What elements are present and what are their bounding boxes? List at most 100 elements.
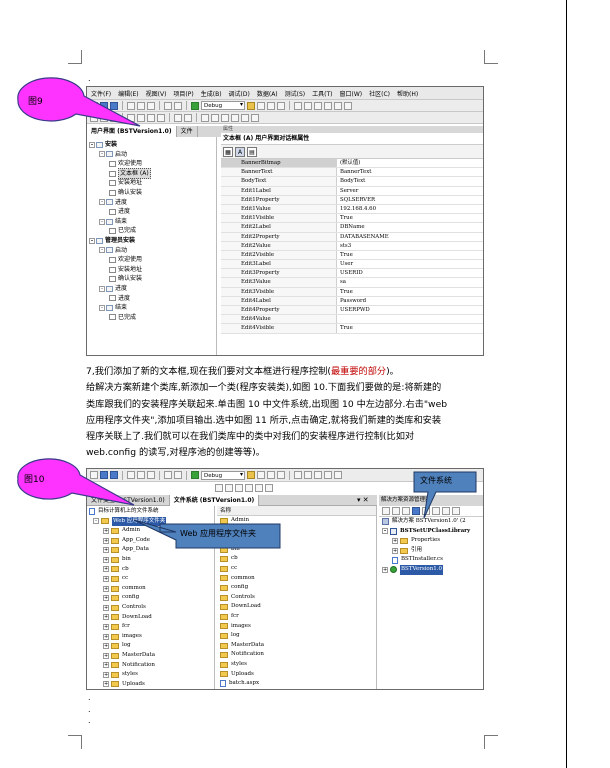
property-row[interactable]: Edit1Visible True bbox=[221, 214, 483, 224]
tab-file-system[interactable]: 文件系统 (BSTVersion1.0) bbox=[169, 495, 260, 506]
expand-toggle-icon[interactable]: + bbox=[103, 643, 109, 650]
expand-toggle-icon[interactable]: + bbox=[103, 585, 109, 592]
toolbar-icon[interactable] bbox=[294, 471, 302, 479]
expand-toggle-icon[interactable]: + bbox=[103, 566, 109, 573]
tree-node[interactable]: 进度 bbox=[89, 294, 216, 304]
tree-node[interactable]: - 进度 bbox=[89, 198, 216, 208]
configuration-select[interactable]: Debug bbox=[201, 470, 245, 480]
tree-node[interactable]: 文本框 (A) bbox=[89, 167, 216, 180]
property-value[interactable]: User bbox=[337, 260, 353, 268]
tree-node[interactable]: + DownLoad bbox=[89, 613, 214, 623]
expand-toggle-icon[interactable]: + bbox=[103, 547, 109, 554]
tree-node[interactable]: 进度 bbox=[89, 207, 216, 217]
toolbar-icon[interactable] bbox=[334, 101, 342, 110]
tree-node[interactable]: - 安装 bbox=[89, 140, 216, 150]
toolbar-icon[interactable] bbox=[257, 471, 265, 479]
menu-item[interactable]: 视图(V) bbox=[146, 89, 167, 98]
tree-node[interactable]: - 启动 bbox=[89, 150, 216, 160]
property-value[interactable]: True bbox=[337, 324, 353, 332]
collapse-toggle-icon[interactable]: - bbox=[99, 199, 105, 206]
tree-node[interactable]: - 结束 bbox=[89, 303, 216, 313]
menu-item[interactable]: 数据(A) bbox=[257, 89, 278, 98]
undo-icon[interactable] bbox=[164, 471, 172, 479]
property-row[interactable]: Edit3Label User bbox=[221, 260, 483, 270]
tree-node[interactable]: 安装地址 bbox=[89, 178, 216, 188]
collapse-toggle-icon[interactable]: - bbox=[99, 285, 105, 292]
property-row[interactable]: Edit1Property SQLSERVER bbox=[221, 195, 483, 205]
property-row[interactable]: Edit3Value sa bbox=[221, 278, 483, 288]
list-item[interactable]: Notification bbox=[217, 650, 376, 660]
property-row[interactable]: BodyText BodyText bbox=[221, 177, 483, 187]
collapse-toggle-icon[interactable]: + bbox=[382, 566, 388, 573]
expand-toggle-icon[interactable]: + bbox=[103, 595, 109, 602]
properties-object-header[interactable]: 文本框 (A) 用户界面对话框属性 bbox=[221, 133, 483, 145]
collapse-toggle-icon[interactable]: - bbox=[93, 518, 99, 525]
expand-toggle-icon[interactable]: + bbox=[103, 652, 109, 659]
property-value[interactable]: (默认值) bbox=[337, 159, 360, 167]
tab-file[interactable]: 文件 bbox=[177, 126, 198, 137]
start-debug-icon[interactable] bbox=[191, 101, 199, 110]
list-item[interactable]: cc bbox=[217, 564, 376, 574]
tree-node[interactable]: - 结束 bbox=[89, 217, 216, 227]
list-item[interactable]: DownLoad bbox=[217, 602, 376, 612]
property-value[interactable]: sts3 bbox=[337, 242, 351, 250]
list-item[interactable]: images bbox=[217, 622, 376, 632]
tree-node[interactable]: + common bbox=[89, 584, 214, 594]
list-item[interactable]: styles bbox=[217, 660, 376, 670]
property-row[interactable]: Edit4Label Password bbox=[221, 296, 483, 306]
property-value[interactable]: True bbox=[337, 251, 353, 259]
tree-node[interactable]: + cb bbox=[89, 565, 214, 575]
list-item[interactable]: fcr bbox=[217, 612, 376, 622]
tree-node[interactable]: BSTInstaller.cs bbox=[379, 555, 483, 565]
redo-icon[interactable] bbox=[174, 471, 182, 479]
property-value[interactable]: SQLSERVER bbox=[337, 196, 375, 204]
property-row[interactable]: Edit2Property DATABASENAME bbox=[221, 232, 483, 242]
tree-node[interactable]: - 启动 bbox=[89, 246, 216, 256]
toolbar-icon[interactable] bbox=[231, 113, 239, 122]
toolbar-icon[interactable] bbox=[304, 101, 312, 110]
property-value[interactable]: True bbox=[337, 214, 353, 222]
collapse-toggle-icon[interactable]: - bbox=[382, 528, 388, 535]
expand-toggle-icon[interactable]: + bbox=[103, 556, 109, 563]
property-row[interactable]: Edit4Property USERPWD bbox=[221, 306, 483, 316]
zoom-in-icon[interactable] bbox=[255, 484, 263, 492]
toolbar-icon[interactable] bbox=[324, 101, 332, 110]
property-value[interactable]: USERPWD bbox=[337, 306, 370, 314]
tree-node[interactable]: + Uploads bbox=[89, 680, 214, 689]
property-value[interactable]: BodyText bbox=[337, 177, 365, 185]
toolbar-icon[interactable] bbox=[267, 471, 275, 479]
tree-node[interactable]: 欢迎使用 bbox=[89, 255, 216, 265]
collapse-toggle-icon[interactable]: + bbox=[392, 537, 398, 544]
start-debug-icon[interactable] bbox=[191, 471, 199, 479]
configuration-select[interactable]: Debug bbox=[201, 101, 245, 110]
tree-node[interactable]: + BSTVersion1.0 bbox=[379, 564, 483, 575]
property-row[interactable]: BannerBitmap (默认值) bbox=[221, 159, 483, 169]
list-item[interactable]: Controls bbox=[217, 593, 376, 603]
toolbar-icon[interactable] bbox=[251, 113, 259, 122]
toolbar-icon[interactable] bbox=[334, 471, 342, 479]
property-row[interactable]: Edit3Visible True bbox=[221, 287, 483, 297]
tree-node[interactable]: + fcr bbox=[89, 622, 214, 632]
tree-node[interactable]: + cc bbox=[89, 574, 214, 584]
property-row[interactable]: Edit4Value bbox=[221, 315, 483, 325]
zoom-out-icon[interactable] bbox=[184, 113, 192, 122]
toolbar-icon[interactable] bbox=[211, 113, 219, 122]
list-item[interactable]: config bbox=[217, 583, 376, 593]
menu-item[interactable]: 测试(S) bbox=[285, 89, 306, 98]
properties-icon[interactable] bbox=[267, 101, 275, 110]
collapse-toggle-icon[interactable]: - bbox=[99, 151, 105, 158]
tree-node[interactable]: + bin bbox=[89, 555, 214, 565]
menu-item[interactable]: 帮助(H) bbox=[397, 89, 418, 98]
property-row[interactable]: Edit1Value 192.168.4.60 bbox=[221, 204, 483, 215]
collapse-toggle-icon[interactable]: - bbox=[99, 304, 105, 311]
menu-item[interactable]: 项目(P) bbox=[173, 89, 193, 98]
expand-toggle-icon[interactable]: + bbox=[103, 671, 109, 678]
tree-node[interactable]: 欢迎使用 bbox=[89, 159, 216, 169]
expand-toggle-icon[interactable]: + bbox=[103, 604, 109, 611]
paste-icon[interactable] bbox=[147, 101, 155, 110]
property-value[interactable]: True bbox=[337, 288, 353, 296]
property-row[interactable]: Edit2Visible True bbox=[221, 250, 483, 261]
collapse-toggle-icon[interactable]: - bbox=[99, 218, 105, 225]
property-value[interactable]: DATABASENAME bbox=[337, 233, 389, 241]
close-icon[interactable]: ▾ ✕ bbox=[357, 495, 369, 506]
